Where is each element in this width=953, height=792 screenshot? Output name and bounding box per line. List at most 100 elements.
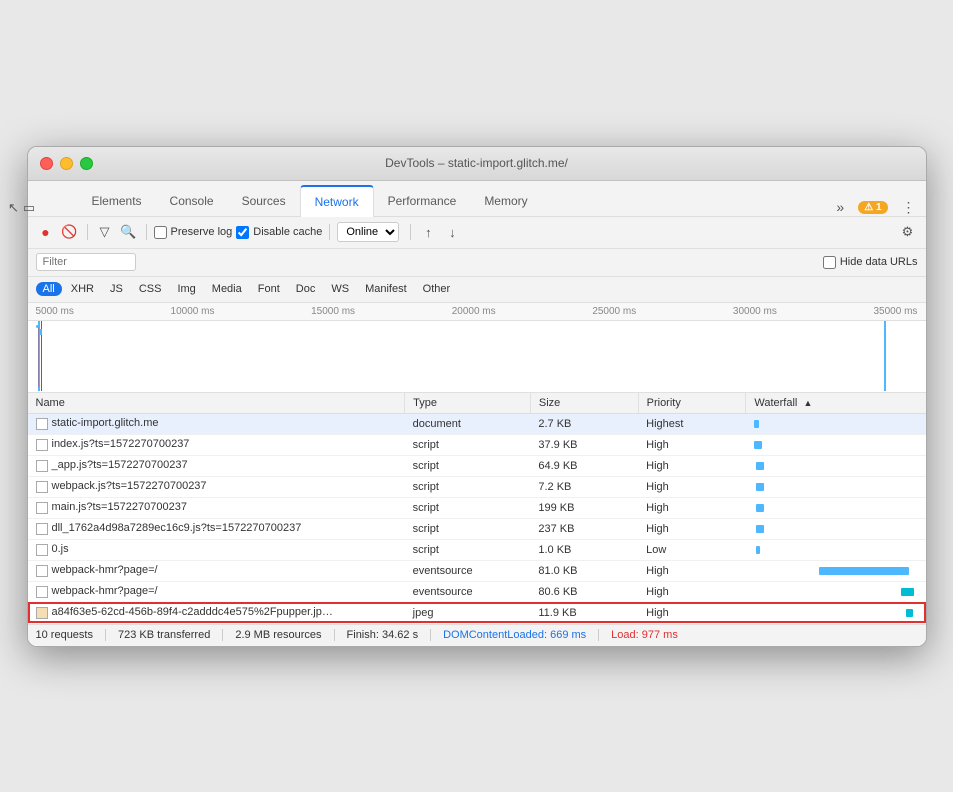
cell-name: static-import.glitch.me [28,413,405,434]
minimize-button[interactable] [60,157,73,170]
tab-network[interactable]: Network [300,185,374,217]
cell-name: dll_1762a4d98a7289ec16c9.js?ts=157227070… [28,518,405,539]
traffic-lights [40,157,93,170]
upload-button[interactable]: ↑ [418,222,438,242]
table-row[interactable]: index.js?ts=1572270700237script37.9 KBHi… [28,434,926,455]
file-name: static-import.glitch.me [52,417,159,429]
type-btn-doc[interactable]: Doc [289,282,323,296]
tab-sources[interactable]: Sources [228,186,300,216]
waterfall-bar-container [754,543,918,557]
col-header-name[interactable]: Name [28,393,405,414]
sort-arrow-icon: ▲ [803,398,812,408]
timeline-bars [38,329,577,335]
maximize-button[interactable] [80,157,93,170]
table-row[interactable]: _app.js?ts=1572270700237script64.9 KBHig… [28,455,926,476]
type-btn-media[interactable]: Media [205,282,249,296]
col-header-size[interactable]: Size [530,393,638,414]
file-name: webpack-hmr?page=/ [52,564,158,576]
hide-data-urls-label[interactable]: Hide data URLs [823,256,918,269]
settings-button[interactable]: ⚙ [898,222,918,242]
ruler-mark-5: 25000 ms [592,306,636,317]
type-btn-ws[interactable]: WS [324,282,356,296]
cell-type: script [405,518,531,539]
waterfall-bar-container [754,438,918,452]
toolbar-separator-1 [87,224,88,240]
ruler-marks: 5000 ms 10000 ms 15000 ms 20000 ms 25000… [36,306,918,317]
table-row[interactable]: a84f63e5-62cd-456b-89f4-c2adddc4e575%2Fp… [28,602,926,623]
ruler-mark-2: 10000 ms [171,306,215,317]
file-name: a84f63e5-62cd-456b-89f4-c2adddc4e575%2Fp… [52,606,333,618]
timeline-area: 5000 ms 10000 ms 15000 ms 20000 ms 25000… [28,303,926,393]
status-sep-5 [598,629,599,641]
close-button[interactable] [40,157,53,170]
table-row[interactable]: dll_1762a4d98a7289ec16c9.js?ts=157227070… [28,518,926,539]
waterfall-bar-container [754,564,918,578]
status-resources: 2.9 MB resources [235,629,321,641]
status-sep-2 [222,629,223,641]
cell-name: webpack-hmr?page=/ [28,560,405,581]
device-icon[interactable]: ▭ [27,200,36,216]
cell-size: 7.2 KB [530,476,638,497]
status-bar: 10 requests 723 KB transferred 2.9 MB re… [28,624,926,646]
clear-button[interactable]: 🚫 [60,222,80,242]
file-icon [36,586,48,598]
table-row[interactable]: webpack-hmr?page=/eventsource81.0 KBHigh [28,560,926,581]
more-tabs-button[interactable]: » [830,199,850,215]
table-row[interactable]: webpack-hmr?page=/eventsource80.6 KBHigh [28,581,926,602]
tab-elements[interactable]: Elements [78,186,156,216]
table-row[interactable]: main.js?ts=1572270700237script199 KBHigh [28,497,926,518]
type-btn-js[interactable]: JS [103,282,130,296]
toolbar-separator-2 [146,224,147,240]
cell-size: 80.6 KB [530,581,638,602]
tab-console[interactable]: Console [156,186,228,216]
filter-input[interactable] [36,253,136,271]
waterfall-bar-container [754,585,918,599]
cell-priority: High [638,497,746,518]
col-header-type[interactable]: Type [405,393,531,414]
preserve-log-checkbox[interactable] [154,226,167,239]
type-btn-css[interactable]: CSS [132,282,169,296]
file-icon [36,502,48,514]
cell-name: main.js?ts=1572270700237 [28,497,405,518]
col-header-waterfall[interactable]: Waterfall ▲ [746,393,926,414]
cell-waterfall [746,539,926,560]
file-icon [36,607,48,619]
tab-performance[interactable]: Performance [374,186,471,216]
type-btn-other[interactable]: Other [416,282,458,296]
cell-waterfall [746,497,926,518]
hide-data-urls-checkbox[interactable] [823,256,836,269]
type-btn-img[interactable]: Img [170,282,202,296]
cell-type: jpeg [405,602,531,623]
cell-type: script [405,539,531,560]
file-name: _app.js?ts=1572270700237 [52,459,188,471]
table-row[interactable]: static-import.glitch.medocument2.7 KBHig… [28,413,926,434]
cell-name: a84f63e5-62cd-456b-89f4-c2adddc4e575%2Fp… [28,602,405,623]
download-button[interactable]: ↓ [442,222,462,242]
menu-button[interactable]: ⋮ [896,199,922,216]
type-btn-xhr[interactable]: XHR [64,282,101,296]
type-btn-manifest[interactable]: Manifest [358,282,414,296]
status-finish: Finish: 34.62 s [347,629,419,641]
disable-cache-label[interactable]: Disable cache [236,226,322,239]
cell-name: _app.js?ts=1572270700237 [28,455,405,476]
file-name: webpack.js?ts=1572270700237 [52,480,207,492]
type-btn-all[interactable]: All [36,282,62,296]
col-header-priority[interactable]: Priority [638,393,746,414]
waterfall-bar-container [754,480,918,494]
type-btn-font[interactable]: Font [251,282,287,296]
record-button[interactable]: ● [36,222,56,242]
network-throttle-select[interactable]: Online [337,222,399,242]
table-row[interactable]: 0.jsscript1.0 KBLow [28,539,926,560]
filter-button[interactable]: ▽ [95,222,115,242]
tab-memory[interactable]: Memory [470,186,541,216]
cell-waterfall [746,518,926,539]
preserve-log-label[interactable]: Preserve log [154,226,233,239]
cell-waterfall [746,560,926,581]
cell-priority: High [638,581,746,602]
cell-waterfall [746,581,926,602]
table-row[interactable]: webpack.js?ts=1572270700237script7.2 KBH… [28,476,926,497]
search-button[interactable]: 🔍 [119,222,139,242]
warning-badge: ⚠ 1 [858,201,887,214]
disable-cache-checkbox[interactable] [236,226,249,239]
cell-type: eventsource [405,581,531,602]
